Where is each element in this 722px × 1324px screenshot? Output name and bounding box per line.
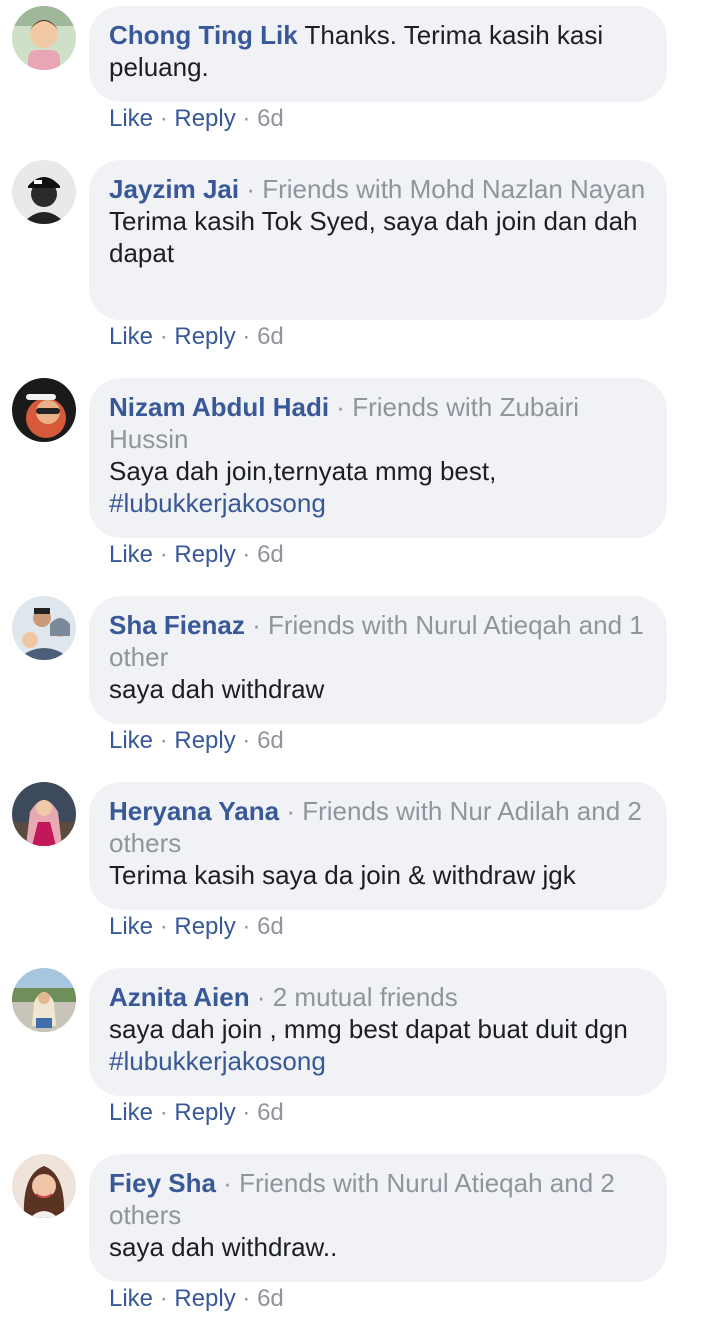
comment-actions: Like · Reply · 6d	[109, 1098, 284, 1128]
comment-actions: Like · Reply · 6d	[109, 540, 284, 570]
separator-dot: ·	[242, 913, 251, 940]
comment-text: saya dah join , mmg best dapat buat duit…	[109, 1014, 628, 1044]
comment-timestamp[interactable]: 6d	[257, 727, 284, 754]
comment-text: saya dah withdraw..	[109, 1232, 338, 1262]
avatar[interactable]	[12, 782, 76, 846]
comment-bubble: Nizam Abdul Hadi · Friends with Zubairi …	[89, 378, 667, 538]
separator-dot: ·	[159, 1099, 168, 1126]
like-link[interactable]: Like	[109, 1285, 153, 1312]
comment-bubble: Aznita Aien · 2 mutual friends saya dah …	[89, 968, 667, 1096]
separator-dot: ·	[336, 392, 345, 422]
comment-bubble: Fiey Sha · Friends with Nurul Atieqah an…	[89, 1154, 667, 1282]
comment-text: Terima kasih Tok Syed, saya dah join dan…	[109, 206, 638, 268]
reply-link[interactable]: Reply	[174, 913, 235, 940]
comment-timestamp[interactable]: 6d	[257, 1285, 284, 1312]
separator-dot: ·	[159, 913, 168, 940]
avatar[interactable]	[12, 1154, 76, 1218]
like-link[interactable]: Like	[109, 1099, 153, 1126]
comment-author[interactable]: Nizam Abdul Hadi	[109, 392, 329, 422]
reply-link[interactable]: Reply	[174, 1099, 235, 1126]
comment-actions: Like · Reply · 6d	[109, 1284, 284, 1314]
comment-actions: Like · Reply · 6d	[109, 726, 284, 756]
comment-bubble: Heryana Yana · Friends with Nur Adilah a…	[89, 782, 667, 910]
avatar[interactable]	[12, 596, 76, 660]
separator-dot: ·	[159, 1285, 168, 1312]
separator-dot: ·	[256, 982, 266, 1012]
avatar[interactable]	[12, 378, 76, 442]
comment-bubble: Sha Fienaz · Friends with Nurul Atieqah …	[89, 596, 667, 724]
comment-text: Saya dah join,ternyata mmg best,	[109, 456, 497, 486]
avatar[interactable]	[12, 968, 76, 1032]
comment-actions: Like · Reply · 6d	[109, 322, 284, 352]
separator-dot: ·	[242, 727, 251, 754]
like-link[interactable]: Like	[109, 913, 153, 940]
separator-dot: ·	[159, 727, 168, 754]
mutual-friends-context[interactable]: Friends with Mohd Nazlan Nayan	[262, 174, 645, 204]
reply-link[interactable]: Reply	[174, 1285, 235, 1312]
separator-dot: ·	[286, 796, 295, 826]
separator-dot: ·	[242, 105, 251, 132]
hashtag-link[interactable]: #lubukkerjakosong	[109, 1046, 326, 1076]
like-link[interactable]: Like	[109, 541, 153, 568]
mutual-friends-context[interactable]: 2 mutual friends	[273, 982, 458, 1012]
like-link[interactable]: Like	[109, 105, 153, 132]
comment-author[interactable]: Fiey Sha	[109, 1168, 216, 1198]
comment-timestamp[interactable]: 6d	[257, 323, 284, 350]
comment-timestamp[interactable]: 6d	[257, 1099, 284, 1126]
reply-link[interactable]: Reply	[174, 105, 235, 132]
like-link[interactable]: Like	[109, 727, 153, 754]
separator-dot: ·	[159, 541, 168, 568]
comment-bubble: Jayzim Jai · Friends with Mohd Nazlan Na…	[89, 160, 667, 320]
separator-dot: ·	[252, 610, 261, 640]
comment-author[interactable]: Aznita Aien	[109, 982, 250, 1012]
reply-link[interactable]: Reply	[174, 727, 235, 754]
hashtag-link[interactable]: #lubukkerjakosong	[109, 488, 326, 518]
separator-dot: ·	[246, 174, 255, 204]
comment-actions: Like · Reply · 6d	[109, 912, 284, 942]
reply-link[interactable]: Reply	[174, 541, 235, 568]
separator-dot: ·	[223, 1168, 232, 1198]
avatar[interactable]	[12, 160, 76, 224]
comment-author[interactable]: Chong Ting Lik	[109, 20, 298, 50]
comment-timestamp[interactable]: 6d	[257, 541, 284, 568]
like-link[interactable]: Like	[109, 323, 153, 350]
comment-timestamp[interactable]: 6d	[257, 913, 284, 940]
comment-author[interactable]: Heryana Yana	[109, 796, 279, 826]
comment-actions: Like · Reply · 6d	[109, 104, 284, 134]
separator-dot: ·	[242, 541, 251, 568]
comment-timestamp[interactable]: 6d	[257, 105, 284, 132]
comment-text: saya dah withdraw	[109, 674, 325, 704]
separator-dot: ·	[242, 1099, 251, 1126]
separator-dot: ·	[159, 105, 168, 132]
avatar[interactable]	[12, 6, 76, 70]
comment-author[interactable]: Sha Fienaz	[109, 610, 245, 640]
comment-list: Chong Ting Lik Thanks. Terima kasih kasi…	[0, 0, 722, 1324]
comment-text: Terima kasih saya da join & withdraw jgk	[109, 860, 576, 890]
separator-dot: ·	[242, 1285, 251, 1312]
separator-dot: ·	[242, 323, 251, 350]
comment-author[interactable]: Jayzim Jai	[109, 174, 239, 204]
reply-link[interactable]: Reply	[174, 323, 235, 350]
comment-bubble: Chong Ting Lik Thanks. Terima kasih kasi…	[89, 6, 667, 102]
separator-dot: ·	[159, 323, 168, 350]
